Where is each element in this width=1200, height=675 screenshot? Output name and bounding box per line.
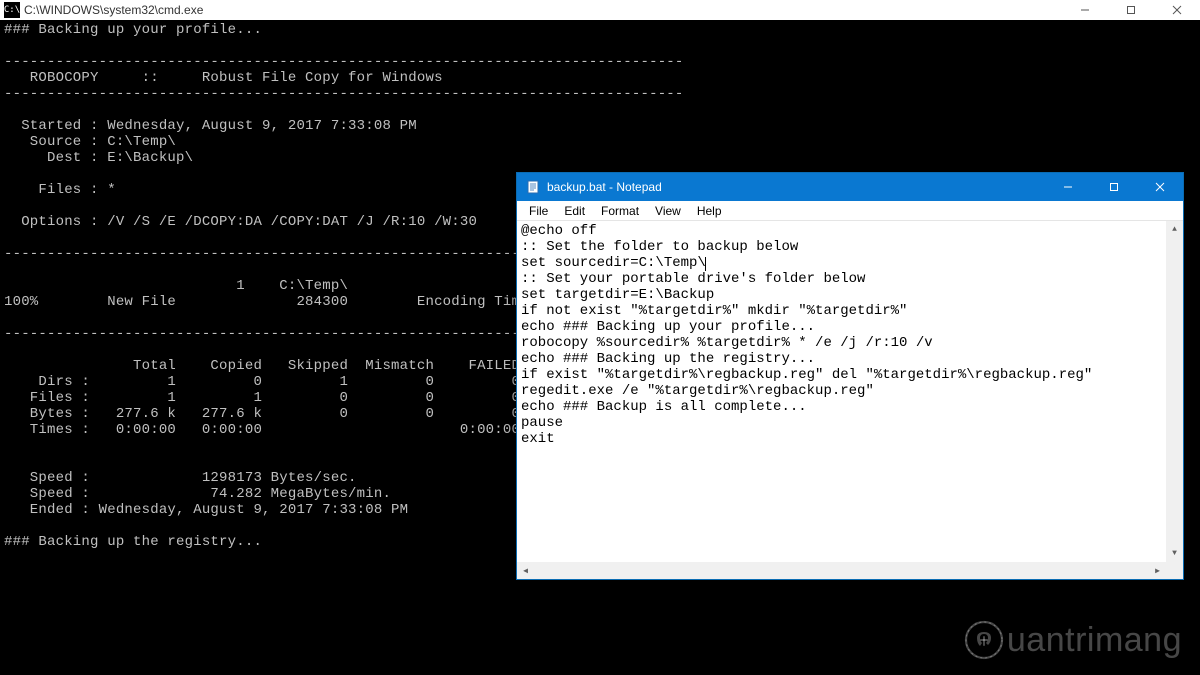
close-button[interactable]	[1154, 0, 1200, 20]
menu-view[interactable]: View	[647, 202, 689, 220]
scroll-up-icon[interactable]: ▲	[1166, 221, 1183, 238]
notepad-textarea[interactable]: @echo off :: Set the folder to backup be…	[517, 221, 1183, 579]
text-after-caret: :: Set your portable drive's folder belo…	[521, 271, 1092, 447]
scroll-left-icon[interactable]: ◀	[517, 562, 534, 579]
minimize-button[interactable]	[1045, 173, 1091, 201]
menu-format[interactable]: Format	[593, 202, 647, 220]
maximize-button[interactable]	[1108, 0, 1154, 20]
scroll-down-icon[interactable]: ▼	[1166, 545, 1183, 562]
notepad-title: backup.bat - Notepad	[547, 180, 662, 194]
minimize-button[interactable]	[1062, 0, 1108, 20]
horizontal-scrollbar[interactable]: ◀ ▶	[517, 562, 1166, 579]
maximize-button[interactable]	[1091, 173, 1137, 201]
notepad-icon	[525, 179, 541, 195]
close-button[interactable]	[1137, 173, 1183, 201]
scroll-right-icon[interactable]: ▶	[1149, 562, 1166, 579]
cmd-icon: C:\	[4, 2, 20, 18]
scroll-corner	[1166, 562, 1183, 579]
cmd-titlebar[interactable]: C:\ C:\WINDOWS\system32\cmd.exe	[0, 0, 1200, 20]
notepad-window: backup.bat - Notepad File Edit Format Vi…	[516, 172, 1184, 580]
text-caret	[705, 257, 706, 271]
notepad-menubar: File Edit Format View Help	[517, 201, 1183, 221]
menu-file[interactable]: File	[521, 202, 556, 220]
menu-edit[interactable]: Edit	[556, 202, 593, 220]
menu-help[interactable]: Help	[689, 202, 730, 220]
vertical-scrollbar[interactable]: ▲ ▼	[1166, 221, 1183, 562]
notepad-titlebar[interactable]: backup.bat - Notepad	[517, 173, 1183, 201]
cmd-title: C:\WINDOWS\system32\cmd.exe	[24, 3, 203, 17]
text-before-caret: @echo off :: Set the folder to backup be…	[521, 223, 798, 271]
